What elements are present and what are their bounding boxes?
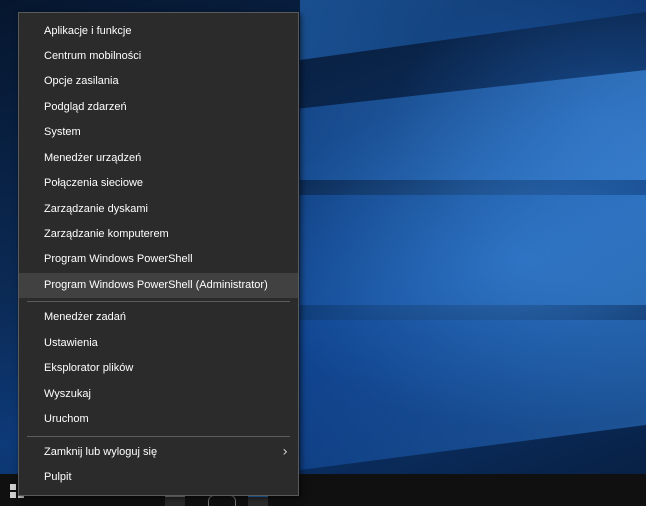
menu-item-computer-management[interactable]: Zarządzanie komputerem xyxy=(19,222,298,247)
menu-item-settings[interactable]: Ustawienia xyxy=(19,331,298,356)
menu-item-search[interactable]: Wyszukaj xyxy=(19,382,298,407)
wallpaper-light-pane xyxy=(300,195,646,305)
desktop-background: Aplikacje i funkcje Centrum mobilności O… xyxy=(0,0,646,506)
menu-item-powershell-admin[interactable]: Program Windows PowerShell (Administrato… xyxy=(19,273,298,298)
menu-item-shutdown-or-sign-out[interactable]: Zamknij lub wyloguj się › xyxy=(19,440,298,465)
taskbar-app-button[interactable] xyxy=(248,495,268,506)
menu-item-apps-and-features[interactable]: Aplikacje i funkcje xyxy=(19,19,298,44)
taskbar-app-button[interactable] xyxy=(208,495,236,506)
menu-item-file-explorer[interactable]: Eksplorator plików xyxy=(19,356,298,381)
menu-item-device-manager[interactable]: Menedżer urządzeń xyxy=(19,146,298,171)
menu-separator xyxy=(27,436,290,437)
menu-item-desktop[interactable]: Pulpit xyxy=(19,465,298,490)
wallpaper-light-pane xyxy=(300,0,646,60)
menu-item-task-manager[interactable]: Menedżer zadań xyxy=(19,305,298,330)
taskbar-app-button[interactable] xyxy=(165,495,185,506)
wallpaper-light-pane xyxy=(300,70,646,180)
chevron-right-icon: › xyxy=(282,444,288,460)
menu-item-powershell[interactable]: Program Windows PowerShell xyxy=(19,247,298,272)
menu-item-run[interactable]: Uruchom xyxy=(19,407,298,432)
menu-separator xyxy=(27,301,290,302)
menu-item-disk-management[interactable]: Zarządzanie dyskami xyxy=(19,197,298,222)
menu-item-network-connections[interactable]: Połączenia sieciowe xyxy=(19,171,298,196)
menu-item-power-options[interactable]: Opcje zasilania xyxy=(19,69,298,94)
menu-item-mobility-center[interactable]: Centrum mobilności xyxy=(19,44,298,69)
menu-item-system[interactable]: System xyxy=(19,120,298,145)
menu-item-label: Zamknij lub wyloguj się xyxy=(44,446,158,458)
menu-item-event-viewer[interactable]: Podgląd zdarzeń xyxy=(19,95,298,120)
power-user-context-menu: Aplikacje i funkcje Centrum mobilności O… xyxy=(18,12,299,496)
wallpaper-light-pane xyxy=(300,320,646,470)
